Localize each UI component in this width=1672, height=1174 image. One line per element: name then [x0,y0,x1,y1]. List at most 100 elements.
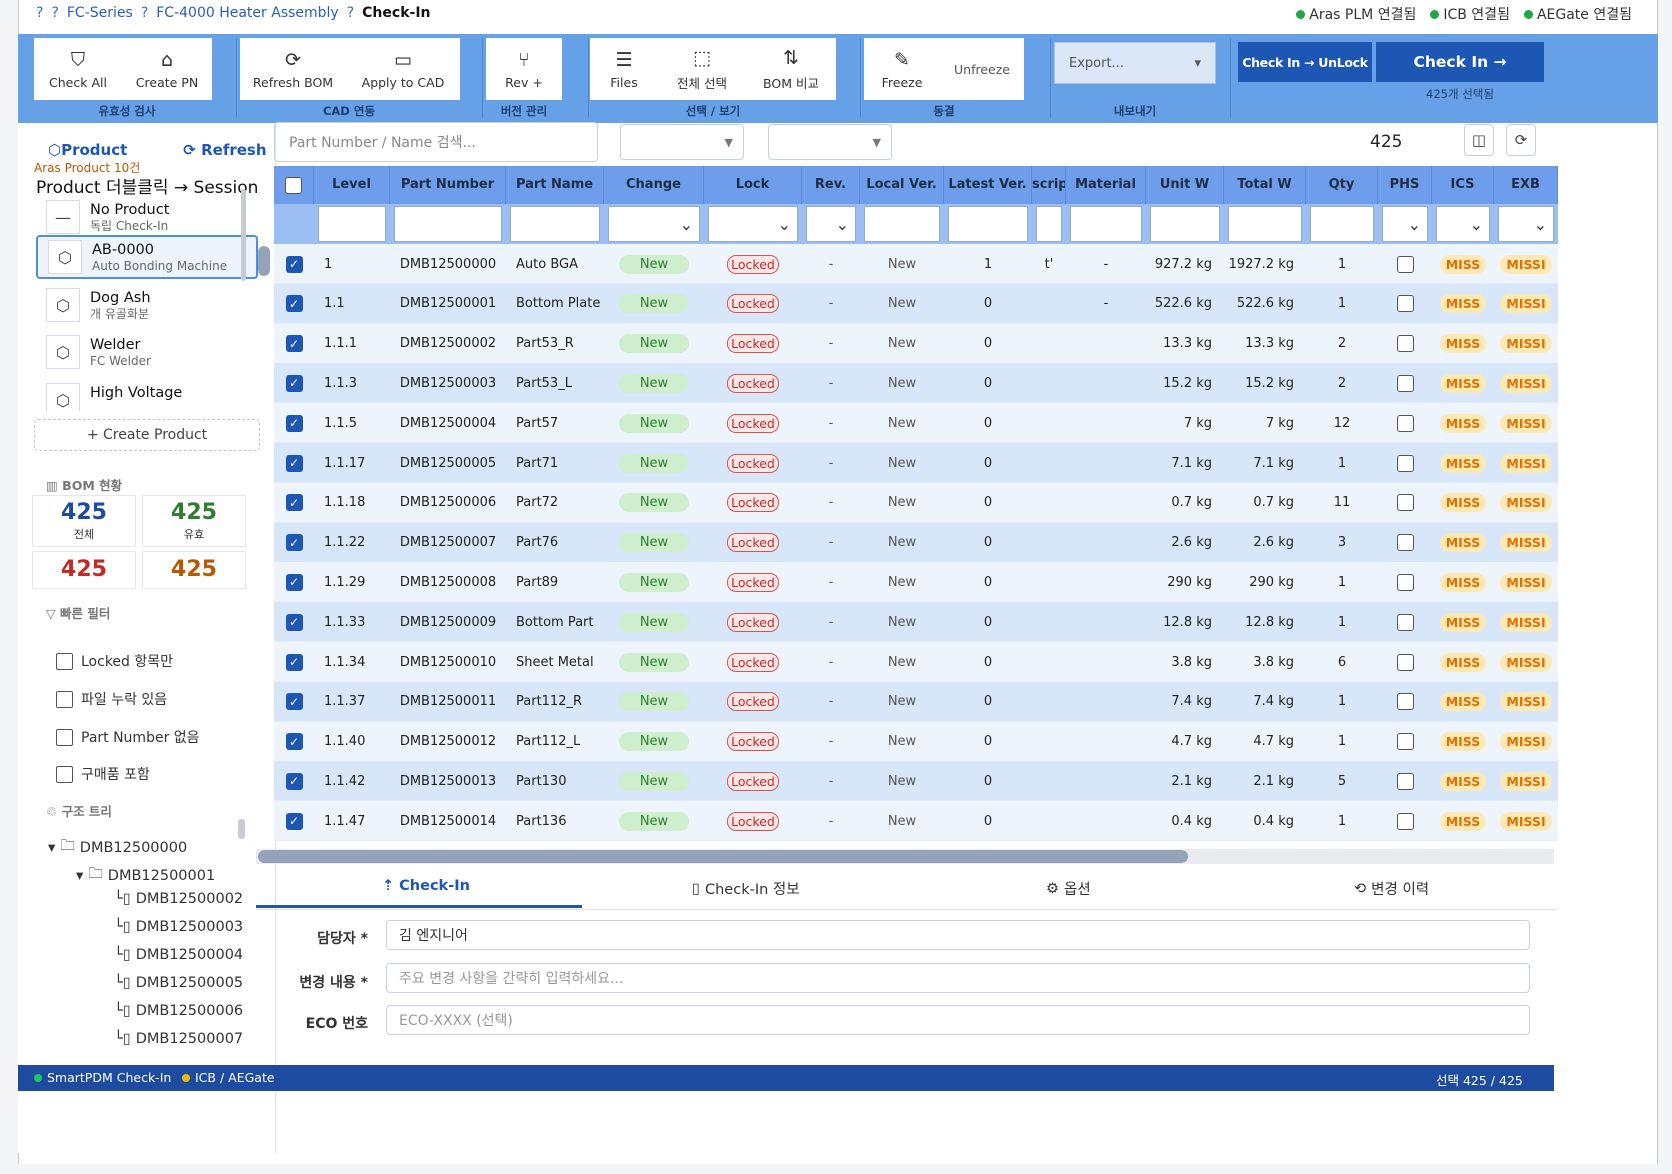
table-row[interactable]: ✓ 1.1.42 DMB12500013 Part130 New Locked - New 0 2… [274,761,1558,802]
checkin-button[interactable]: Check In → [1376,42,1544,82]
row-checkbox[interactable]: ✓ [285,374,303,392]
row-checkbox[interactable]: ✓ [285,335,303,353]
quick-filter-purchased[interactable]: 구매품 포함 [56,764,150,784]
row-checkbox[interactable]: ✓ [285,255,303,273]
refresh-button[interactable]: ⟳ Refresh [183,141,266,159]
quick-filter-locked[interactable]: Locked 항목만 [56,651,173,671]
unfreeze-button[interactable]: Unfreeze [940,38,1024,100]
column-header-change[interactable]: Change [604,166,704,204]
scroll-thumb[interactable] [258,850,1188,863]
column-header-pn[interactable]: Part Number [390,166,506,204]
table-row[interactable]: ✓ 1.1.29 DMB12500008 Part89 New Locked - New 0 29… [274,562,1558,603]
table-row[interactable]: ✓ 1.1.22 DMB12500007 Part76 New Locked - New 0 2.… [274,522,1558,563]
row-checkbox[interactable]: ✓ [285,812,303,830]
column-header-qty[interactable]: Qty [1306,166,1378,204]
row-checkbox[interactable]: ✓ [285,613,303,631]
column-filter-script[interactable] [1036,206,1062,242]
phs-checkbox[interactable] [1396,295,1414,313]
phs-checkbox[interactable] [1396,335,1414,353]
column-header-script[interactable]: script [1032,166,1066,204]
tab-options[interactable]: ⚙ 옵션 [1046,878,1091,899]
product-item-selected[interactable]: ⬡ AB-0000 Auto Bonding Machine [36,235,258,279]
table-row[interactable]: ✓ 1.1.34 DMB12500010 Sheet Metal New Locked - N… [274,642,1558,682]
row-checkbox[interactable]: ✓ [285,653,303,671]
reload-icon[interactable]: ⟳ [1506,124,1536,156]
header-select-all-checkbox[interactable] [274,166,314,204]
table-row[interactable]: ✓ 1.1.17 DMB12500005 Part71 New Locked - New 0 7.… [274,443,1558,483]
bom-compare-button[interactable]: ⇅ BOM 비교 [746,38,836,100]
table-row[interactable]: ✓ 1 DMB12500000 Auto BGA New Locked - New 1 t' - 92… [274,244,1558,284]
phs-checkbox[interactable] [1396,534,1414,552]
phs-checkbox[interactable] [1396,573,1414,591]
checkin-unlock-button[interactable]: Check In → UnLock [1238,42,1372,82]
tree-scrollbar[interactable] [238,819,245,839]
filter-dropdown-2[interactable]: ▼ [768,124,892,160]
row-checkbox[interactable]: ✓ [285,573,303,591]
row-checkbox[interactable]: ✓ [285,414,303,432]
column-header-mat[interactable]: Material [1066,166,1146,204]
row-checkbox[interactable]: ✓ [285,295,303,313]
column-filter-total[interactable] [1228,206,1302,242]
create-product-button[interactable]: + Create Product [34,419,260,451]
tab-history[interactable]: ⟲ 변경 이력 [1354,878,1429,899]
rev-plus-button[interactable]: ⑂ Rev + [486,38,562,100]
row-checkbox[interactable]: ✓ [285,772,303,790]
filter-dropdown-1[interactable]: ▼ [620,124,744,160]
files-button[interactable]: ☰ Files [590,38,658,100]
grid-horizontal-scrollbar[interactable] [256,849,1554,864]
checkbox[interactable] [56,652,73,670]
column-filter-exb[interactable]: ⌄ [1498,206,1554,242]
phs-checkbox[interactable] [1396,693,1414,711]
tree-node[interactable]: ▾ 🗀 DMB12500000 [48,835,187,860]
column-filter-qty[interactable] [1310,206,1374,242]
column-filter-pn[interactable] [394,206,502,242]
breadcrumb-link-series[interactable]: FC-Series [67,5,133,21]
row-checkbox[interactable]: ✓ [285,693,303,711]
table-row[interactable]: ✓ 1.1.40 DMB12500012 Part112_L New Locked - New… [274,721,1558,762]
column-header-latest[interactable]: Latest Ver. [944,166,1032,204]
tree-leaf[interactable]: └▯ DMB12500005 [114,975,243,991]
column-header-exb[interactable]: EXB [1494,166,1558,204]
product-item[interactable]: ⬡ Welder FC Welder [36,330,258,374]
quick-filter-missing-files[interactable]: 파일 누락 있음 [56,689,167,709]
checkbox[interactable] [56,728,73,746]
phs-checkbox[interactable] [1396,733,1414,751]
table-row[interactable]: ✓ 1.1.3 DMB12500003 Part53_L New Locked - New 0 1… [274,363,1558,404]
tree-leaf[interactable]: └▯ DMB12500004 [114,947,243,963]
column-filter-rev[interactable]: ⌄ [806,206,856,242]
select-all-button[interactable]: ⬚ 전체 선택 [658,38,746,100]
column-filter-ics[interactable]: ⌄ [1436,206,1490,242]
quick-filter-no-pn[interactable]: Part Number 없음 [56,727,200,747]
export-select[interactable]: Export... ▾ [1054,42,1216,84]
checkbox[interactable] [285,176,302,194]
columns-icon[interactable]: ◫ [1464,124,1494,156]
check-all-button[interactable]: ⛉ Check All [34,38,122,100]
table-row[interactable]: ✓ 1.1.5 DMB12500004 Part57 New Locked - New 0 7 k… [274,403,1558,444]
tab-checkin[interactable]: ⇡ Check-In [382,878,470,894]
row-checkbox[interactable]: ✓ [285,494,303,512]
column-filter-local[interactable] [864,206,940,242]
create-pn-button[interactable]: ⌂ Create PN [122,38,212,100]
row-checkbox[interactable]: ✓ [285,733,303,751]
product-item[interactable]: ⬡ High Voltage [36,377,258,411]
column-header-name[interactable]: Part Name [506,166,604,204]
column-header-local[interactable]: Local Ver. [860,166,944,204]
checkbox[interactable] [56,690,73,708]
refresh-bom-button[interactable]: ⟳ Refresh BOM [240,38,346,100]
column-header-phs[interactable]: PHS [1378,166,1432,204]
column-filter-name[interactable] [510,206,600,242]
grid-vertical-scrollbar[interactable] [258,246,270,276]
column-header-level[interactable]: Level [314,166,390,204]
phs-checkbox[interactable] [1396,414,1414,432]
column-filter-phs[interactable]: ⌄ [1382,206,1428,242]
column-filter-unit[interactable] [1150,206,1220,242]
table-row[interactable]: ✓ 1.1.18 DMB12500006 Part72 New Locked - New 0 0.… [274,482,1558,523]
column-header-total[interactable]: Total W [1224,166,1306,204]
table-row[interactable]: ✓ 1.1 DMB12500001 Bottom Plate New Locked - New… [274,283,1558,324]
eco-number-field[interactable]: ECO-XXXX (선택) [386,1005,1530,1035]
column-header-rev[interactable]: Rev. [802,166,860,204]
table-row[interactable]: ✓ 1.1.1 DMB12500002 Part53_R New Locked - New 0 1… [274,323,1558,364]
product-button[interactable]: ⬡Product [48,141,127,159]
column-header-ics[interactable]: ICS [1432,166,1494,204]
table-row[interactable]: ✓ 1.1.37 DMB12500011 Part112_R New Locked - New… [274,681,1558,722]
